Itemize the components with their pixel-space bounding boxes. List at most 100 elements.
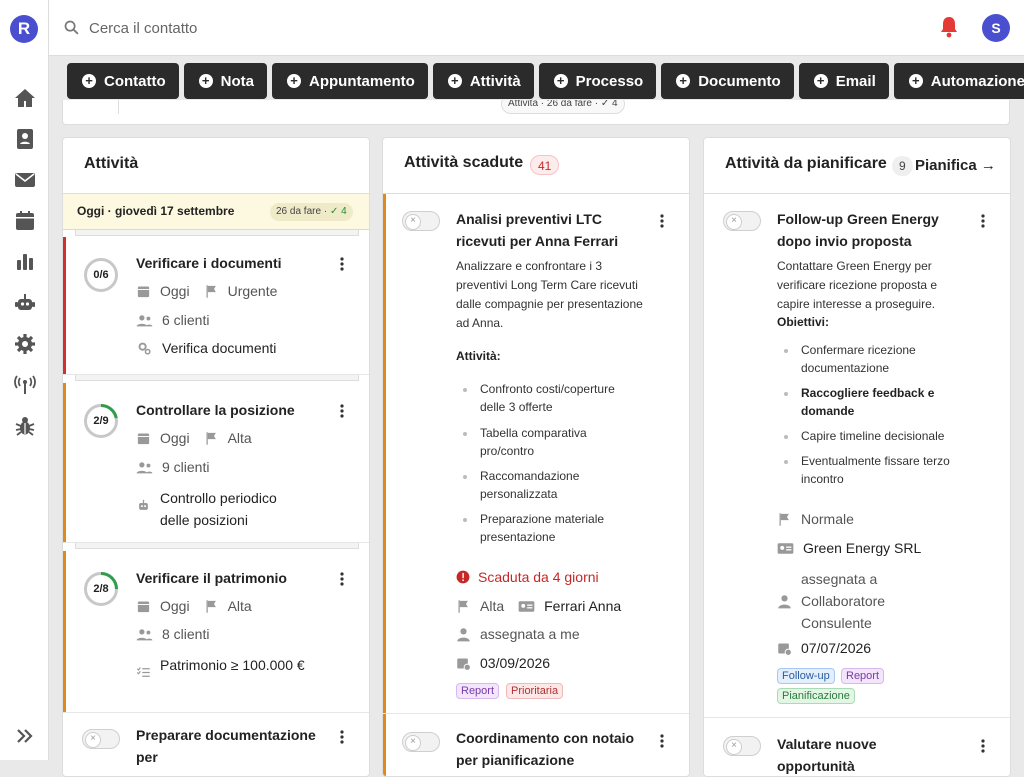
complete-toggle[interactable] [82, 729, 120, 749]
calendar-icon [137, 601, 150, 612]
flag-icon [206, 599, 216, 613]
more-options-icon[interactable] [660, 734, 664, 750]
task-card[interactable]: 2/8 Verificare il patrimonio Oggi Alta 8… [63, 551, 369, 713]
more-options-icon[interactable] [981, 739, 985, 755]
home-icon[interactable] [13, 86, 37, 110]
task-meta-date: Oggi Alta [136, 430, 252, 446]
calendar-clock-icon [457, 658, 471, 671]
task-meta-clients: 6 clienti [136, 312, 209, 328]
users-icon [136, 314, 153, 326]
add-processo-button[interactable]: + Processo [538, 63, 657, 99]
expand-sidebar-icon[interactable] [13, 724, 37, 748]
add-nota-button[interactable]: + Nota [183, 63, 267, 99]
task-card[interactable]: Follow-up Green Energy dopo invio propos… [704, 194, 1010, 718]
priority-bar [383, 714, 386, 776]
calendar-icon [137, 433, 150, 444]
users-icon [136, 461, 153, 473]
task-meta-date: Oggi Alta [136, 598, 252, 614]
task-title[interactable]: Analisi preventivi LTC ricevuti per Anna… [456, 208, 636, 252]
complete-toggle[interactable] [723, 211, 761, 231]
add-appuntamento-button[interactable]: + Appuntamento [272, 63, 428, 99]
task-meta-process: Verifica documenti [136, 340, 276, 356]
search-input[interactable] [89, 14, 489, 42]
task-title[interactable]: Follow-up Green Energy dopo invio propos… [777, 208, 957, 252]
today-badge: 26 da fare · ✓ 4 [270, 203, 353, 221]
more-options-icon[interactable] [981, 214, 985, 230]
task-title[interactable]: Verificare i documenti [136, 252, 282, 274]
add-documento-button[interactable]: + Documento [661, 63, 794, 99]
summary-badge: Attività · 26 da fare · ✓ 4 [501, 100, 625, 114]
column-attivita-da-pianificare: Attività da pianificare 9 Pianifica → Fo… [703, 137, 1011, 777]
more-options-icon[interactable] [340, 404, 344, 420]
task-card[interactable]: Coordinamento con notaio per pianificazi… [383, 714, 689, 776]
mail-icon[interactable] [13, 168, 37, 192]
priority-bar [63, 237, 66, 374]
user-avatar[interactable]: S [982, 14, 1010, 42]
task-title[interactable]: Coordinamento con notaio per pianificazi… [456, 727, 636, 771]
task-meta-company: Green Energy SRL [777, 540, 921, 556]
column-title: Attività scadute [404, 154, 524, 171]
sidebar: R [0, 0, 49, 760]
antenna-icon[interactable] [13, 373, 37, 397]
progress-ring: 2/9 [83, 403, 119, 439]
gear-icon[interactable] [13, 332, 37, 356]
flag-icon [458, 599, 468, 613]
summary-strip: Attività · 26 da fare · ✓ 4 [62, 100, 1010, 125]
more-options-icon[interactable] [340, 730, 344, 746]
more-options-icon[interactable] [660, 214, 664, 230]
contacts-icon[interactable] [13, 127, 37, 151]
task-card[interactable]: 0/6 Verificare i documenti Oggi Urgente … [63, 237, 369, 375]
flag-icon [206, 284, 216, 298]
complete-toggle[interactable] [723, 736, 761, 756]
task-meta-clients: 9 clienti [136, 459, 209, 475]
add-contatto-button[interactable]: + Contatto [67, 63, 179, 99]
robot-icon[interactable] [13, 291, 37, 315]
add-attivita-button[interactable]: + Attività [432, 63, 534, 99]
task-title[interactable]: Valutare nuove opportunità [777, 733, 957, 776]
task-title[interactable]: Verificare il patrimonio [136, 567, 287, 589]
task-meta-date: 07/07/2026 [777, 640, 871, 656]
task-meta-priority: Alta Ferrari Anna [456, 598, 621, 614]
complete-toggle[interactable] [402, 732, 440, 752]
app-logo[interactable]: R [10, 15, 38, 43]
add-automazione-button[interactable]: + Automazione [893, 63, 1024, 99]
users-icon [136, 628, 153, 640]
plus-icon: + [287, 74, 301, 88]
plus-icon: + [813, 74, 828, 88]
task-meta-assigned: assegnata a me [456, 626, 580, 642]
search-icon [63, 19, 80, 36]
task-subheading: Attività: [456, 349, 501, 363]
task-card[interactable]: Valutare nuove opportunità [704, 718, 1010, 776]
priority-bar [383, 194, 386, 713]
calendar-icon[interactable] [13, 209, 37, 233]
more-options-icon[interactable] [340, 257, 344, 273]
plus-icon: + [553, 74, 568, 88]
tag-report: Report [456, 683, 500, 699]
task-title[interactable]: Preparare documentazione per [136, 724, 316, 768]
notification-bell-icon[interactable] [937, 15, 961, 39]
task-card[interactable]: Preparare documentazione per [63, 713, 369, 776]
top-bar: S [49, 0, 1024, 56]
column-header: Attività scadute 41 [383, 138, 689, 194]
column-header: Attività [63, 138, 369, 194]
task-title[interactable]: Controllare la posizione [136, 399, 295, 421]
task-card[interactable]: Analisi preventivi LTC ricevuti per Anna… [383, 194, 689, 714]
gears-icon [138, 342, 151, 355]
task-subheading: Obiettivi: [777, 315, 830, 329]
column-title: Attività [84, 155, 139, 172]
task-card[interactable]: 2/9 Controllare la posizione Oggi Alta 9… [63, 383, 369, 543]
task-description: Contattare Green Energy per verificare r… [777, 259, 938, 311]
tag-report: Report [841, 668, 885, 684]
task-description: Analizzare e confrontare i 3 preventivi … [456, 259, 643, 330]
overdue-status: Scaduta da 4 giorni [456, 569, 599, 585]
add-email-button[interactable]: + Email [798, 63, 889, 99]
chart-icon[interactable] [13, 250, 37, 274]
priority-bar [63, 383, 66, 542]
stack-separator [75, 230, 359, 236]
task-bullet: Raccomandazione personalizzata [463, 467, 630, 503]
complete-toggle[interactable] [402, 211, 440, 231]
bug-icon[interactable] [13, 414, 37, 438]
more-options-icon[interactable] [340, 572, 344, 588]
plus-icon: + [676, 74, 691, 88]
pianifica-link[interactable]: Pianifica → [915, 157, 996, 174]
